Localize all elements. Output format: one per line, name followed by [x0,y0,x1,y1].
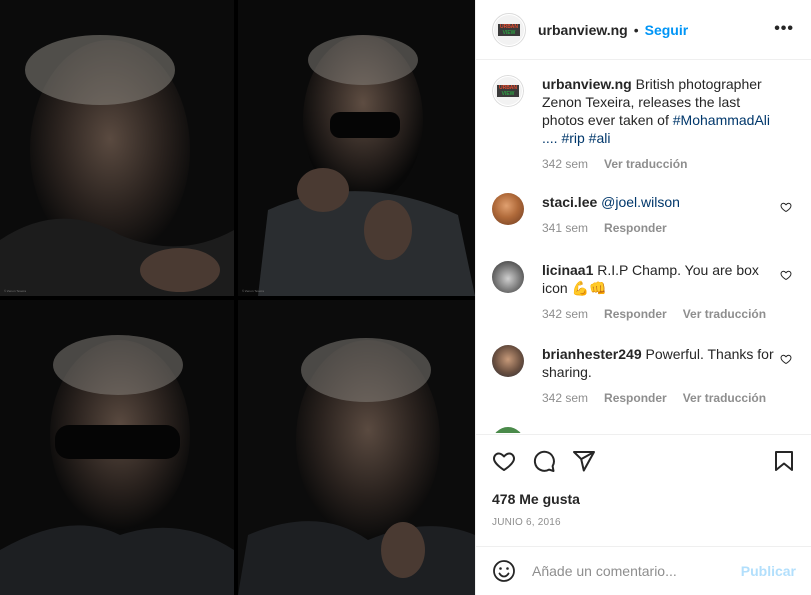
comment-meta: 341 sem Responder [542,219,774,237]
post-username[interactable]: urbanview.ng [538,22,628,38]
reply-button[interactable]: Responder [604,389,667,407]
comment-input[interactable] [532,563,732,579]
translate-button[interactable]: Ver traducción [604,155,687,173]
action-icons [492,449,596,473]
like-comment-heart-icon[interactable] [780,201,792,213]
comment-body: licinaa1 R.I.P Champ. You are box icon 💪… [542,261,774,323]
caption-body: urbanview.ng British photographer Zenon … [542,75,774,173]
reply-button[interactable]: Responder [604,219,667,237]
comment-item: staci.lee @joel.wilson 341 sem Responder [492,193,792,237]
share-icon[interactable] [572,449,596,473]
post-media[interactable]: © Zenon Texeira © Zenon Texeira [0,0,475,595]
post-header: URBAN VIEW urbanview.ng • Seguir ••• [476,0,811,60]
like-comment-heart-icon[interactable] [780,353,792,365]
photo-credit: © Zenon Texeira [4,289,27,293]
follow-button[interactable]: Seguir [645,22,689,38]
separator-dot: • [633,21,639,38]
comment-username[interactable]: staci.lee [542,194,597,210]
post-actions: 478 Me gusta JUNIO 6, 2016 [476,434,811,546]
comment-time[interactable]: 341 sem [542,219,588,237]
heart-icon[interactable] [492,449,516,473]
avatar[interactable] [492,427,524,433]
comment-username[interactable]: brianhester249 [542,346,642,362]
caption-meta: 342 sem Ver traducción [542,155,774,173]
like-comment-heart-icon[interactable] [780,269,792,281]
avatar[interactable] [492,261,524,293]
photo-portrait-1: © Zenon Texeira [0,0,234,296]
caption-time[interactable]: 342 sem [542,155,588,173]
add-comment-bar: Publicar [476,546,811,595]
caption-username[interactable]: urbanview.ng [542,76,632,92]
photo-portrait-3 [0,300,234,595]
post-side-panel: URBAN VIEW urbanview.ng • Seguir ••• URB… [475,0,811,595]
translate-button[interactable]: Ver traducción [683,305,766,323]
comment-meta: 342 sem Responder Ver traducción [542,389,774,407]
avatar[interactable]: URBAN VIEW [492,12,526,47]
avatar[interactable] [492,193,524,225]
publish-button[interactable]: Publicar [741,563,796,579]
comment-item [492,427,792,433]
reply-button[interactable]: Responder [604,305,667,323]
photo-portrait-2: © Zenon Texeira [238,0,475,296]
comment-body: staci.lee @joel.wilson 341 sem Responder [542,193,774,237]
comment-item: brianhester249 Powerful. Thanks for shar… [492,345,792,407]
photo-portrait-4 [238,300,475,595]
bookmark-icon[interactable] [772,449,796,473]
comment-item: licinaa1 R.I.P Champ. You are box icon 💪… [492,261,792,323]
comment-mention[interactable]: @joel.wilson [601,194,680,210]
more-icon[interactable]: ••• [774,20,794,38]
emoji-icon[interactable] [492,559,516,583]
comment-icon[interactable] [532,449,556,473]
urbanview-logo: URBAN VIEW [494,14,524,45]
comment-body: brianhester249 Powerful. Thanks for shar… [542,345,774,407]
translate-button[interactable]: Ver traducción [683,389,766,407]
likes-count[interactable]: 478 Me gusta [492,491,580,507]
caption-item: URBAN VIEW urbanview.ng British photogra… [492,75,792,173]
comment-time[interactable]: 342 sem [542,389,588,407]
comment-time[interactable]: 342 sem [542,305,588,323]
avatar[interactable]: URBAN VIEW [492,75,524,107]
photo-credit: © Zenon Texeira [242,289,265,293]
post-date: JUNIO 6, 2016 [492,517,561,528]
comment-username[interactable]: licinaa1 [542,262,593,278]
comment-meta: 342 sem Responder Ver traducción [542,305,774,323]
comments-list[interactable]: URBAN VIEW urbanview.ng British photogra… [476,61,811,433]
avatar[interactable] [492,345,524,377]
